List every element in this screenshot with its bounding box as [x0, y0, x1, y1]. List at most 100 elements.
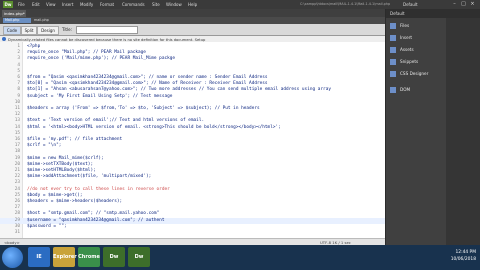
dom-icon: [390, 87, 396, 93]
line-number: 24: [14, 186, 20, 192]
panel-header: Default: [386, 9, 480, 18]
code-editor[interactable]: 1 <?php 2 require_once "Mail.php"; // PEAR …: [0, 42, 385, 238]
line-number: 20: [14, 161, 20, 167]
code-text: $body = $mime->get();: [27, 192, 83, 198]
code-line[interactable]: 20 $mime->setTXTBody($text);: [0, 162, 385, 168]
assets-icon: [390, 47, 396, 53]
clock-date: 10/06/2018: [450, 257, 476, 262]
start-button[interactable]: [2, 247, 23, 268]
code-text: $mime->addAttachment($file, 'multipart/m…: [27, 174, 152, 180]
menu-site[interactable]: Site: [152, 2, 160, 7]
related-files-bar: Mail.php mail.php: [0, 17, 385, 24]
code-line[interactable]: 11 $headers = array ('From' => $from,'To'…: [0, 106, 385, 112]
taskbar-explorer[interactable]: Explorer: [53, 247, 77, 267]
code-line[interactable]: 13 $text = 'Text version of email';// Tex…: [0, 118, 385, 124]
taskbar-chrome[interactable]: Chrome: [78, 247, 100, 267]
menu-insert[interactable]: Insert: [62, 2, 73, 7]
taskbar-dreamweaver-1[interactable]: Dw: [103, 247, 125, 267]
menu-format[interactable]: Format: [100, 2, 114, 7]
code-line[interactable]: 10: [0, 100, 385, 106]
document-toolbar: Code Split Design Title:: [0, 24, 385, 36]
code-text: require_once ('Mail/mime.php'); // PEAR …: [27, 56, 176, 62]
menu-edit[interactable]: Edit: [32, 2, 40, 7]
code-line[interactable]: 31: [0, 230, 385, 236]
code-line[interactable]: 24 //do not ever try to call these lines …: [0, 187, 385, 193]
panel-snippets-label: Snippets: [400, 59, 419, 64]
line-number: 23: [14, 180, 20, 186]
panel-assets[interactable]: Assets: [388, 45, 444, 55]
code-line[interactable]: 15: [0, 131, 385, 137]
panel-workspace-label: Default: [390, 11, 405, 16]
code-text: //do not ever try to call these lines in…: [27, 186, 170, 192]
snippets-icon: [390, 59, 396, 65]
line-number: 29: [14, 217, 20, 223]
split-view-button[interactable]: Split: [21, 26, 37, 35]
code-line[interactable]: 4: [0, 63, 385, 69]
right-panel: Default Files Insert Assets Snippets CSS…: [386, 9, 480, 245]
code-line[interactable]: 30 $password = "";: [0, 224, 385, 230]
menu-file[interactable]: File: [18, 2, 25, 7]
panel-files-label: Files: [400, 23, 410, 28]
code-text: $to[1] = "Ahsan <abusarahsan7@yahoo.com>…: [27, 87, 331, 93]
close-icon[interactable]: ×: [468, 1, 477, 7]
panel-insert-label: Insert: [400, 35, 413, 40]
panel-insert[interactable]: Insert: [388, 33, 444, 43]
menu-bar: Dw File Edit View Insert Modify Format C…: [0, 0, 480, 9]
taskbar-dreamweaver-2[interactable]: Dw: [128, 247, 150, 267]
panel-files[interactable]: Files: [388, 21, 444, 31]
panel-css-designer[interactable]: CSS Designer: [388, 69, 444, 79]
design-view-button[interactable]: Design: [37, 26, 59, 35]
line-number: 15: [14, 130, 20, 136]
title-input[interactable]: [76, 26, 138, 34]
panel-snippets[interactable]: Snippets: [388, 57, 444, 67]
line-number: 28: [14, 211, 20, 217]
code-text: $subject = 'My First Email Using Setp'; …: [27, 93, 173, 99]
code-line[interactable]: 28 $host = "smtp.gmail.com"; // "smtp.mai…: [0, 211, 385, 217]
source-code-tab[interactable]: Mail.php: [3, 18, 31, 23]
menu-help[interactable]: Help: [188, 2, 197, 7]
menu-window[interactable]: Window: [166, 2, 182, 7]
code-line[interactable]: 25 $body = $mime->get();: [0, 193, 385, 199]
code-line[interactable]: 9 $subject = 'My First Email Using Setp';…: [0, 94, 385, 100]
system-tray-clock[interactable]: 12:44 PM 10/06/2018: [451, 249, 476, 263]
code-line[interactable]: 26 $headers = $mime->headers($headers);: [0, 199, 385, 205]
minimize-icon[interactable]: –: [450, 1, 459, 7]
line-number: 30: [14, 223, 20, 229]
panel-assets-label: Assets: [400, 47, 414, 52]
code-line[interactable]: 8 $to[1] = "Ahsan <abusarahsan7@yahoo.com…: [0, 87, 385, 93]
code-text: $mime->setTXTBody($text);: [27, 161, 94, 167]
tab-index-php[interactable]: index.php*: [2, 10, 26, 17]
code-line[interactable]: 22 $mime->addAttachment($file, 'multipart…: [0, 174, 385, 180]
menu-modify[interactable]: Modify: [80, 2, 93, 7]
code-line[interactable]: 23: [0, 180, 385, 186]
code-line[interactable]: 3 require_once ('Mail/mime.php'); // PEAR…: [0, 56, 385, 62]
code-line[interactable]: 5: [0, 69, 385, 75]
related-file-tab[interactable]: mail.php: [34, 18, 54, 23]
menu-commands[interactable]: Commands: [122, 2, 145, 7]
window-title: C:\xampp\htdocs\mail\MAIL-1.4.1\Mail-1.4…: [300, 2, 391, 6]
line-number: 18: [14, 149, 20, 155]
code-view-button[interactable]: Code: [3, 26, 21, 35]
line-number: 4: [17, 62, 20, 68]
panel-dom[interactable]: DOM: [388, 85, 444, 95]
document-tabs: index.php*: [0, 9, 385, 17]
code-line[interactable]: 19 $mime = new Mail_mime($crlf);: [0, 156, 385, 162]
code-line[interactable]: 14 $html = '<html><body>HTML version of e…: [0, 125, 385, 131]
line-number: 31: [14, 230, 20, 235]
maximize-icon[interactable]: □: [459, 1, 468, 7]
code-text: $host = "smtp.gmail.com"; // "smtp.mail.…: [27, 211, 160, 217]
code-line[interactable]: 17 $crlf = "\n";: [0, 143, 385, 149]
line-number: 9: [17, 93, 20, 99]
line-number: 25: [14, 192, 20, 198]
code-text: $mime = new Mail_mime($crlf);: [27, 155, 104, 161]
code-line[interactable]: 18: [0, 149, 385, 155]
taskbar-ie[interactable]: IE: [28, 247, 50, 267]
line-number: 5: [17, 68, 20, 74]
line-number: 14: [14, 124, 20, 130]
menu-view[interactable]: View: [46, 2, 56, 7]
workspace-switcher[interactable]: Default: [403, 2, 418, 7]
title-label: Title:: [62, 27, 72, 32]
clock-time: 12:44 PM: [455, 250, 477, 255]
code-line[interactable]: 29 $username = "qasimkhan4234234@gmail.co…: [0, 217, 385, 224]
code-text: $html = '<html><body>HTML version of ema…: [27, 124, 281, 130]
